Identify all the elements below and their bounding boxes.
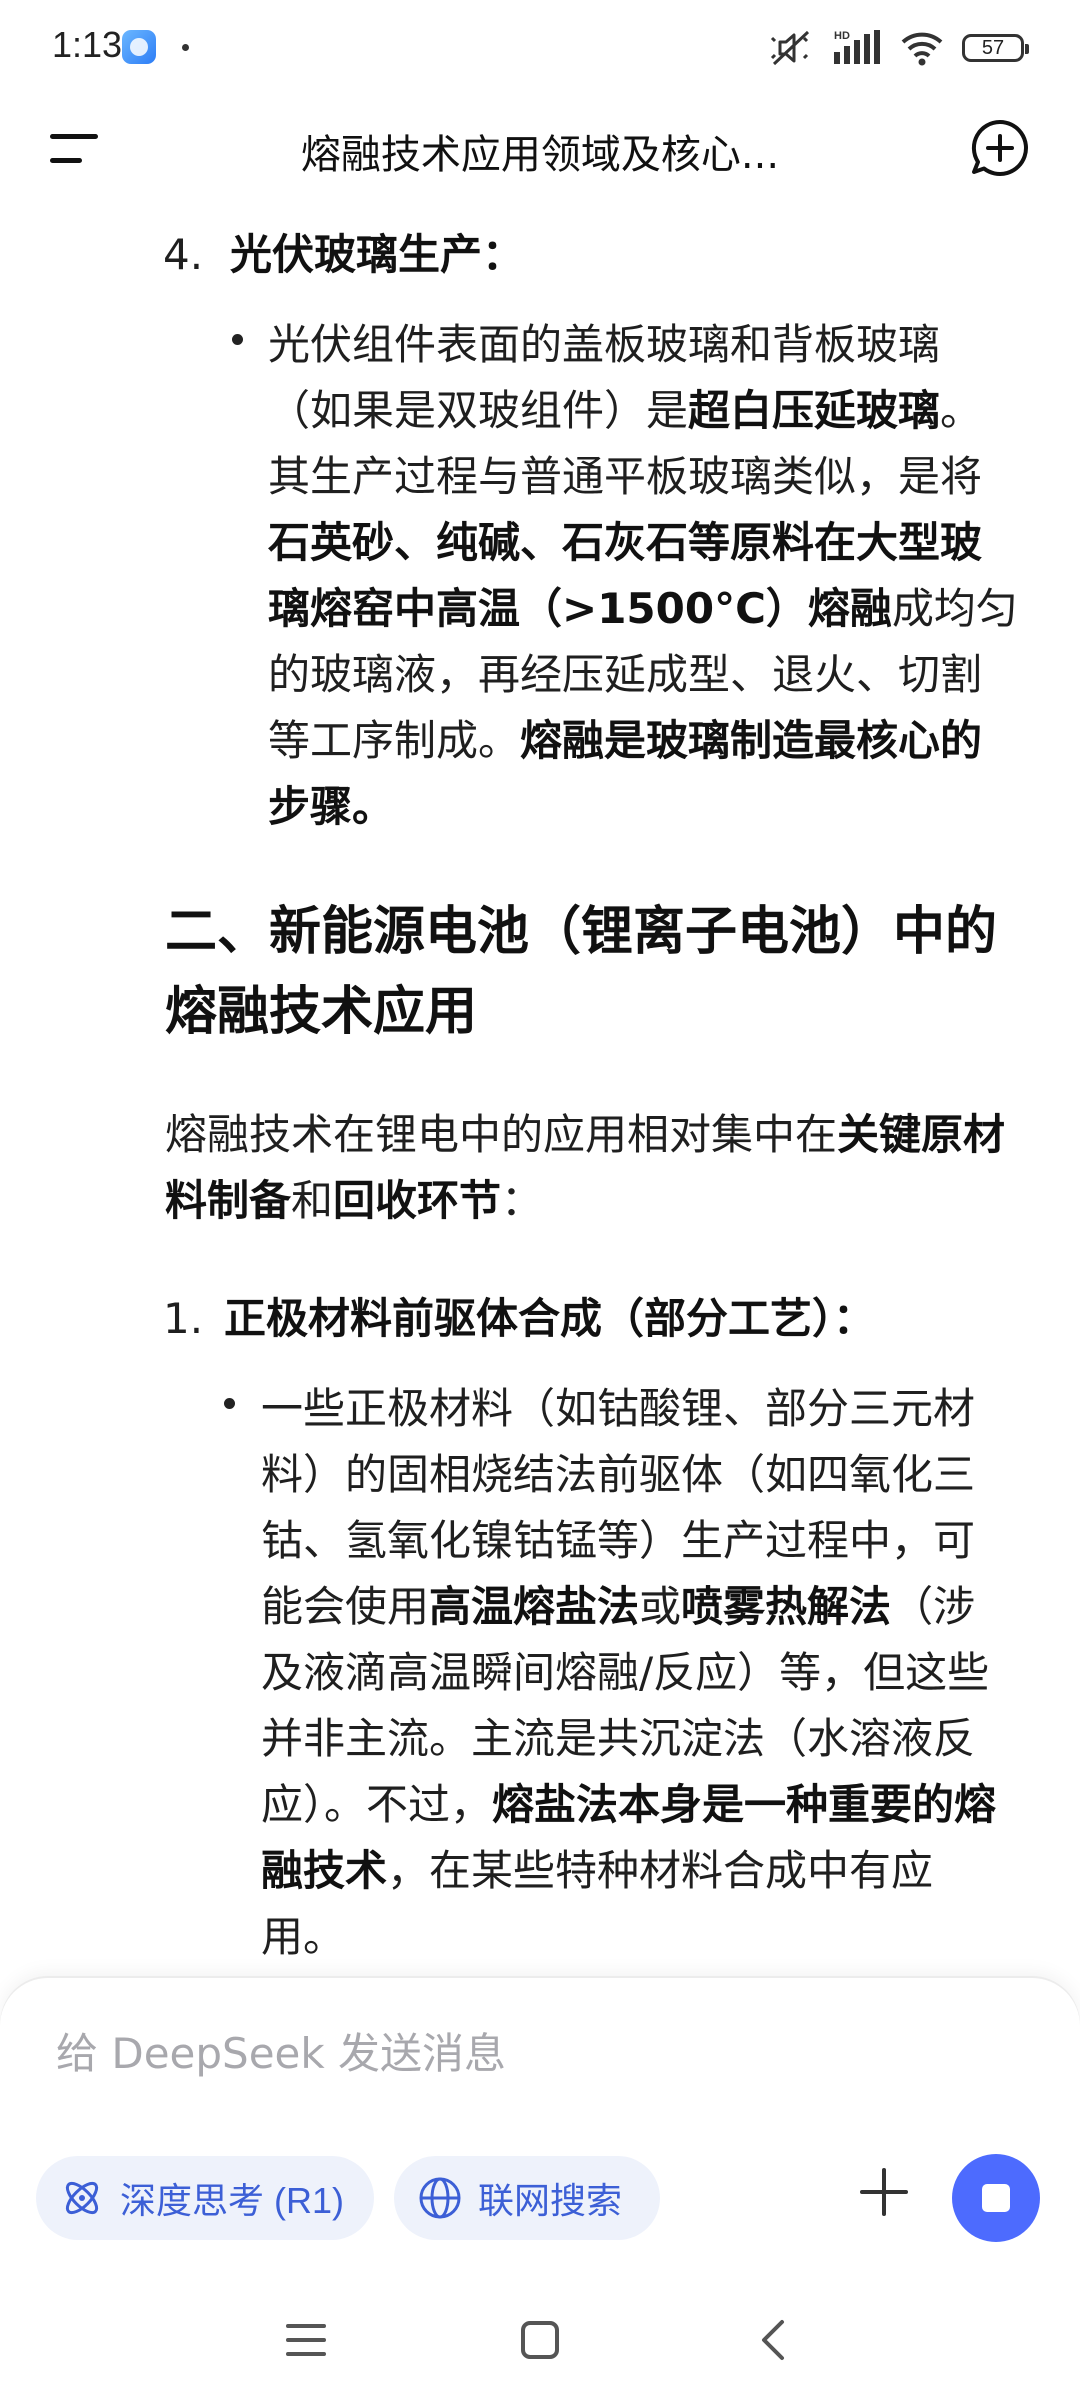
atom-icon xyxy=(65,2181,99,2215)
back-icon[interactable] xyxy=(744,2310,804,2370)
chat-message-content: 4. 光伏玻璃生产： 光伏组件表面的盖板玻璃和背板玻璃（如果是双玻组件）是超白压… xyxy=(0,210,1080,1980)
globe-icon xyxy=(419,2177,461,2219)
stop-icon xyxy=(982,2184,1010,2212)
app-notification-icon xyxy=(122,30,156,64)
notification-dot-icon xyxy=(182,44,189,51)
chat-title: 熔融技术应用领域及核心... xyxy=(300,132,780,178)
text: 熔融技术在锂电中的应用相对集中在 xyxy=(165,1110,838,1159)
bold-text: 超白压延玻璃 xyxy=(688,386,941,435)
cellular-signal-icon: HD xyxy=(834,30,880,64)
status-time: 1:13 xyxy=(52,24,123,65)
bold-text: 石英砂、纯碱、石灰石等原料在大型玻璃熔窑中高温（>1500°C）熔融 xyxy=(268,518,983,633)
web-search-button[interactable]: 联网搜索 xyxy=(394,2156,660,2240)
deep-think-button[interactable]: 深度思考 (R1) xyxy=(36,2156,374,2240)
stop-button[interactable] xyxy=(952,2154,1040,2242)
paragraph: 熔融技术在锂电中的应用相对集中在关键原材料制备和回收环节： xyxy=(165,1102,1015,1234)
message-input[interactable] xyxy=(56,2018,856,2088)
home-icon[interactable] xyxy=(510,2310,570,2370)
mute-vibrate-icon xyxy=(770,30,810,66)
list-number: 4. xyxy=(163,230,204,279)
deep-think-label: 深度思考 (R1) xyxy=(120,2180,344,2221)
new-chat-icon[interactable] xyxy=(970,118,1030,178)
plus-icon[interactable] xyxy=(856,2164,912,2220)
bold-text: 高温熔盐法 xyxy=(429,1582,640,1631)
paragraph: 光伏组件表面的盖板玻璃和背板玻璃（如果是双玻组件）是超白压延玻璃。其生产过程与普… xyxy=(268,312,1018,840)
hd-badge: HD xyxy=(834,30,850,42)
recent-apps-icon[interactable] xyxy=(276,2310,336,2370)
section-heading: 二、新能源电池（锂离子电池）中的熔融技术应用 xyxy=(165,902,998,1042)
top-app-bar: 熔融技术应用领域及核心... xyxy=(0,96,1080,200)
list-number: 1. xyxy=(163,1294,204,1343)
bold-text: 喷雾热解法 xyxy=(681,1582,892,1631)
text: ： xyxy=(501,1176,544,1225)
list-heading: 光伏玻璃生产： xyxy=(230,230,525,279)
system-navigation-bar xyxy=(0,2280,1080,2390)
bullet-dot-icon xyxy=(232,334,243,345)
paragraph: 一些正极材料（如钴酸锂、部分三元材料）的固相烧结法前驱体（如四氧化三钴、氢氧化镍… xyxy=(261,1376,1016,1970)
battery-level: 57 xyxy=(981,37,1005,59)
battery-icon: 57 xyxy=(962,34,1029,62)
wifi-icon xyxy=(901,32,943,66)
status-icons: HD 57 xyxy=(768,26,1029,70)
bullet-dot-icon xyxy=(224,1398,235,1409)
status-bar: 1:13 HD 57 xyxy=(0,0,1080,96)
list-heading: 正极材料前驱体合成（部分工艺）： xyxy=(224,1294,876,1343)
bold-text: 回收环节 xyxy=(333,1176,502,1225)
menu-icon[interactable] xyxy=(50,126,106,170)
text: 或 xyxy=(639,1582,682,1631)
text: 和 xyxy=(291,1176,334,1225)
web-search-label: 联网搜索 xyxy=(478,2180,623,2221)
